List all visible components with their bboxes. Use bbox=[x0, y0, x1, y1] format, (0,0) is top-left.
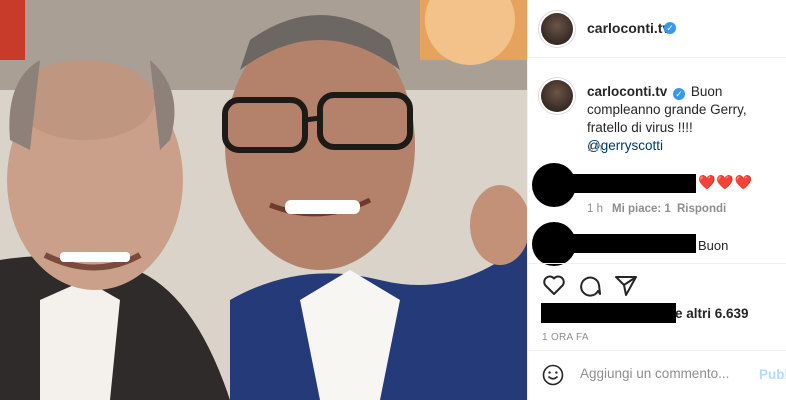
post-photo[interactable] bbox=[0, 0, 527, 400]
heart-icon[interactable] bbox=[542, 274, 566, 296]
reply-button[interactable]: Rispondi bbox=[677, 203, 726, 215]
photo-illustration bbox=[0, 0, 527, 400]
verified-icon: ✓ bbox=[673, 88, 686, 100]
caption-username[interactable]: carloconti.tv bbox=[587, 84, 667, 99]
post-header: carloconti.tv ✓ bbox=[528, 0, 786, 58]
emoji-icon[interactable] bbox=[542, 364, 564, 386]
redacted-username bbox=[570, 234, 696, 253]
comment-time[interactable]: 1 h bbox=[587, 203, 603, 215]
likes-count[interactable]: e altri 6.639 bbox=[675, 306, 749, 321]
post-timestamp[interactable]: 1 ORA FA bbox=[542, 332, 589, 343]
author-username[interactable]: carloconti.tv bbox=[587, 20, 670, 36]
verified-icon: ✓ bbox=[664, 22, 676, 34]
actions-divider bbox=[528, 263, 786, 264]
comment-text: ❤️❤️❤️ bbox=[698, 174, 754, 190]
publish-button[interactable]: Pubb bbox=[759, 367, 786, 382]
caption-time[interactable]: 1 h bbox=[587, 142, 602, 154]
author-avatar[interactable] bbox=[541, 13, 573, 45]
comment-divider bbox=[528, 350, 786, 351]
share-icon[interactable] bbox=[614, 273, 638, 297]
caption: carloconti.tv ✓ Buon compleanno grande G… bbox=[587, 83, 777, 155]
caption-avatar[interactable] bbox=[541, 80, 573, 112]
comment-icon[interactable] bbox=[578, 273, 602, 297]
comment-text: Buon bbox=[698, 238, 729, 253]
post-sidebar: carloconti.tv ✓ carloconti.tv ✓ Buon com… bbox=[527, 0, 786, 400]
comment-input[interactable] bbox=[578, 365, 742, 382]
comment-likes[interactable]: Mi piace: 1 bbox=[612, 203, 671, 215]
redacted-liker bbox=[541, 303, 676, 323]
redacted-username bbox=[570, 174, 696, 193]
